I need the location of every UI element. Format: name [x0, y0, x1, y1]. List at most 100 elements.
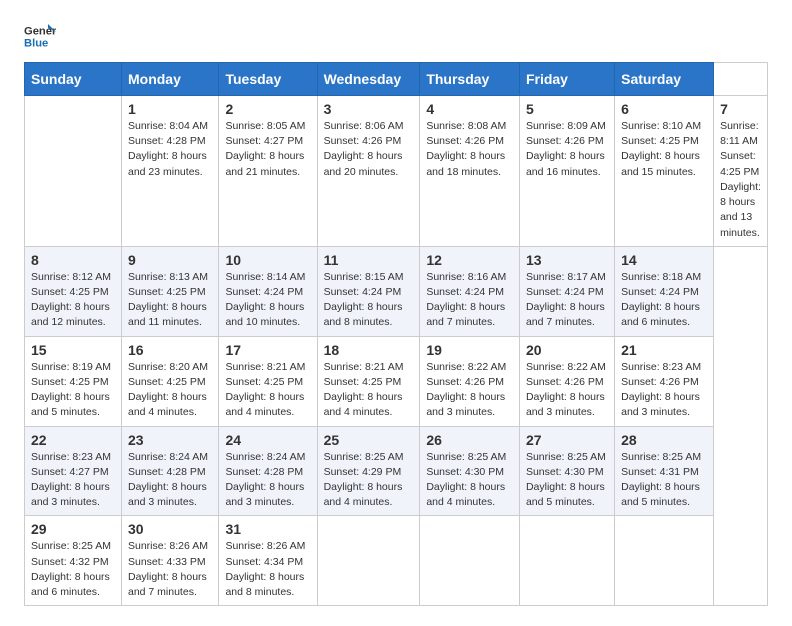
calendar-day: 19 Sunrise: 8:22 AMSunset: 4:26 PMDayligh… — [420, 336, 520, 426]
day-detail: Sunrise: 8:12 AMSunset: 4:25 PMDaylight:… — [31, 270, 115, 331]
calendar-day: 18Sunrise: 8:21 AMSunset: 4:25 PMDayligh… — [317, 336, 420, 426]
weekday-header-wednesday: Wednesday — [317, 63, 420, 96]
calendar-table: SundayMondayTuesdayWednesdayThursdayFrid… — [24, 62, 768, 606]
calendar-day — [317, 516, 420, 606]
day-number: 29 — [31, 521, 115, 537]
day-detail: Sunrise: 8:25 AMSunset: 4:30 PMDaylight:… — [426, 450, 513, 511]
calendar-day: 16Sunrise: 8:20 AMSunset: 4:25 PMDayligh… — [121, 336, 218, 426]
day-number: 9 — [128, 252, 212, 268]
calendar-day: 15 Sunrise: 8:19 AMSunset: 4:25 PMDayligh… — [25, 336, 122, 426]
day-number: 3 — [324, 101, 414, 117]
day-detail: Sunrise: 8:23 AMSunset: 4:27 PMDaylight:… — [31, 450, 115, 511]
calendar-day — [420, 516, 520, 606]
day-number: 19 — [426, 342, 513, 358]
empty-cell — [25, 96, 122, 247]
day-detail: Sunrise: 8:10 AMSunset: 4:25 PMDaylight:… — [621, 119, 707, 180]
calendar-day: 20 Sunrise: 8:22 AMSunset: 4:26 PMDayligh… — [519, 336, 614, 426]
day-detail: Sunrise: 8:25 AMSunset: 4:29 PMDaylight:… — [324, 450, 414, 511]
day-number: 28 — [621, 432, 707, 448]
calendar-week-1: 1 Sunrise: 8:04 AMSunset: 4:28 PMDaylight… — [25, 96, 768, 247]
day-detail: Sunrise: 8:08 AMSunset: 4:26 PMDaylight:… — [426, 119, 513, 180]
day-number: 8 — [31, 252, 115, 268]
calendar-day: 26 Sunrise: 8:25 AMSunset: 4:30 PMDayligh… — [420, 426, 520, 516]
calendar-week-2: 8 Sunrise: 8:12 AMSunset: 4:25 PMDaylight… — [25, 246, 768, 336]
day-number: 30 — [128, 521, 212, 537]
calendar-week-4: 22Sunrise: 8:23 AMSunset: 4:27 PMDayligh… — [25, 426, 768, 516]
day-detail: Sunrise: 8:24 AMSunset: 4:28 PMDaylight:… — [128, 450, 212, 511]
day-number: 4 — [426, 101, 513, 117]
day-number: 16 — [128, 342, 212, 358]
calendar-day: 27 Sunrise: 8:25 AMSunset: 4:30 PMDayligh… — [519, 426, 614, 516]
calendar-day: 13Sunrise: 8:17 AMSunset: 4:24 PMDayligh… — [519, 246, 614, 336]
calendar-day: 12 Sunrise: 8:16 AMSunset: 4:24 PMDayligh… — [420, 246, 520, 336]
day-number: 23 — [128, 432, 212, 448]
header: General Blue — [24, 20, 768, 52]
calendar-day: 14 Sunrise: 8:18 AMSunset: 4:24 PMDayligh… — [615, 246, 714, 336]
calendar-day: 24Sunrise: 8:24 AMSunset: 4:28 PMDayligh… — [219, 426, 317, 516]
day-number: 11 — [324, 252, 414, 268]
day-detail: Sunrise: 8:26 AMSunset: 4:34 PMDaylight:… — [225, 539, 310, 600]
day-detail: Sunrise: 8:11 AMSunset: 4:25 PMDaylight:… — [720, 119, 761, 241]
day-detail: Sunrise: 8:15 AMSunset: 4:24 PMDaylight:… — [324, 270, 414, 331]
logo: General Blue — [24, 20, 56, 52]
day-detail: Sunrise: 8:18 AMSunset: 4:24 PMDaylight:… — [621, 270, 707, 331]
day-number: 10 — [225, 252, 310, 268]
calendar-day: 9 Sunrise: 8:13 AMSunset: 4:25 PMDaylight… — [121, 246, 218, 336]
day-detail: Sunrise: 8:06 AMSunset: 4:26 PMDaylight:… — [324, 119, 414, 180]
weekday-header-tuesday: Tuesday — [219, 63, 317, 96]
calendar-day: 31 Sunrise: 8:26 AMSunset: 4:34 PMDayligh… — [219, 516, 317, 606]
calendar-day: 11 Sunrise: 8:15 AMSunset: 4:24 PMDayligh… — [317, 246, 420, 336]
calendar-day: 10 Sunrise: 8:14 AMSunset: 4:24 PMDayligh… — [219, 246, 317, 336]
calendar-day: 28 Sunrise: 8:25 AMSunset: 4:31 PMDayligh… — [615, 426, 714, 516]
calendar-week-3: 15 Sunrise: 8:19 AMSunset: 4:25 PMDayligh… — [25, 336, 768, 426]
weekday-header-monday: Monday — [121, 63, 218, 96]
day-number: 7 — [720, 101, 761, 117]
calendar-day: 29Sunrise: 8:25 AMSunset: 4:32 PMDayligh… — [25, 516, 122, 606]
day-number: 18 — [324, 342, 414, 358]
calendar-day: 25Sunrise: 8:25 AMSunset: 4:29 PMDayligh… — [317, 426, 420, 516]
weekday-header-saturday: Saturday — [615, 63, 714, 96]
calendar-week-5: 29Sunrise: 8:25 AMSunset: 4:32 PMDayligh… — [25, 516, 768, 606]
day-detail: Sunrise: 8:25 AMSunset: 4:30 PMDaylight:… — [526, 450, 608, 511]
day-number: 1 — [128, 101, 212, 117]
day-detail: Sunrise: 8:13 AMSunset: 4:25 PMDaylight:… — [128, 270, 212, 331]
calendar-day — [519, 516, 614, 606]
day-detail: Sunrise: 8:19 AMSunset: 4:25 PMDaylight:… — [31, 360, 115, 421]
calendar-day: 17 Sunrise: 8:21 AMSunset: 4:25 PMDayligh… — [219, 336, 317, 426]
calendar-day: 4 Sunrise: 8:08 AMSunset: 4:26 PMDaylight… — [420, 96, 520, 247]
calendar-day: 8 Sunrise: 8:12 AMSunset: 4:25 PMDaylight… — [25, 246, 122, 336]
svg-text:Blue: Blue — [24, 37, 48, 49]
calendar-day: 21 Sunrise: 8:23 AMSunset: 4:26 PMDayligh… — [615, 336, 714, 426]
calendar-day: 7 Sunrise: 8:11 AMSunset: 4:25 PMDaylight… — [714, 96, 768, 247]
day-number: 31 — [225, 521, 310, 537]
day-number: 21 — [621, 342, 707, 358]
day-number: 20 — [526, 342, 608, 358]
day-number: 5 — [526, 101, 608, 117]
day-detail: Sunrise: 8:21 AMSunset: 4:25 PMDaylight:… — [225, 360, 310, 421]
day-number: 2 — [225, 101, 310, 117]
weekday-header-sunday: Sunday — [25, 63, 122, 96]
day-detail: Sunrise: 8:26 AMSunset: 4:33 PMDaylight:… — [128, 539, 212, 600]
day-detail: Sunrise: 8:22 AMSunset: 4:26 PMDaylight:… — [526, 360, 608, 421]
calendar-day: 30 Sunrise: 8:26 AMSunset: 4:33 PMDayligh… — [121, 516, 218, 606]
day-number: 26 — [426, 432, 513, 448]
day-detail: Sunrise: 8:16 AMSunset: 4:24 PMDaylight:… — [426, 270, 513, 331]
day-number: 27 — [526, 432, 608, 448]
day-number: 17 — [225, 342, 310, 358]
day-detail: Sunrise: 8:14 AMSunset: 4:24 PMDaylight:… — [225, 270, 310, 331]
calendar-day: 5 Sunrise: 8:09 AMSunset: 4:26 PMDaylight… — [519, 96, 614, 247]
day-number: 13 — [526, 252, 608, 268]
calendar-day: 6 Sunrise: 8:10 AMSunset: 4:25 PMDaylight… — [615, 96, 714, 247]
calendar-day — [615, 516, 714, 606]
day-number: 6 — [621, 101, 707, 117]
day-detail: Sunrise: 8:25 AMSunset: 4:31 PMDaylight:… — [621, 450, 707, 511]
day-detail: Sunrise: 8:22 AMSunset: 4:26 PMDaylight:… — [426, 360, 513, 421]
logo-icon: General Blue — [24, 20, 56, 52]
day-number: 12 — [426, 252, 513, 268]
calendar-day: 23 Sunrise: 8:24 AMSunset: 4:28 PMDayligh… — [121, 426, 218, 516]
day-detail: Sunrise: 8:23 AMSunset: 4:26 PMDaylight:… — [621, 360, 707, 421]
day-number: 14 — [621, 252, 707, 268]
day-detail: Sunrise: 8:09 AMSunset: 4:26 PMDaylight:… — [526, 119, 608, 180]
day-number: 15 — [31, 342, 115, 358]
day-detail: Sunrise: 8:04 AMSunset: 4:28 PMDaylight:… — [128, 119, 212, 180]
